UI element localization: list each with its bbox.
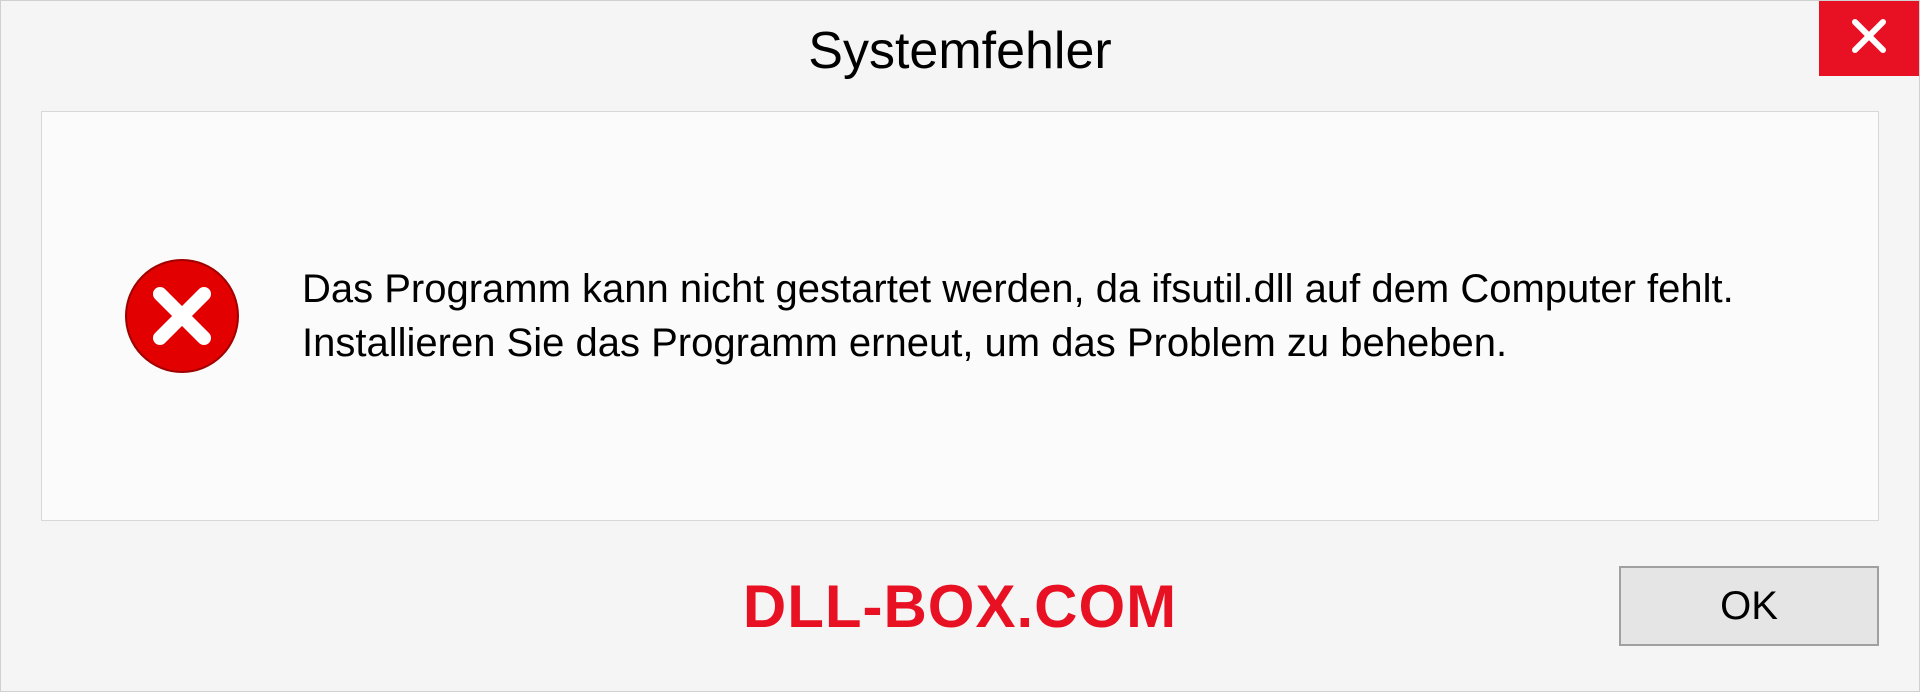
dialog-title: Systemfehler xyxy=(808,21,1111,81)
error-message: Das Programm kann nicht gestartet werden… xyxy=(302,262,1798,370)
content-panel: Das Programm kann nicht gestartet werden… xyxy=(41,111,1879,521)
error-icon xyxy=(122,256,242,376)
close-button[interactable] xyxy=(1819,1,1919,76)
ok-button-label: OK xyxy=(1720,584,1778,629)
titlebar: Systemfehler xyxy=(1,1,1919,101)
error-dialog: Systemfehler Das Programm kann nicht ges… xyxy=(0,0,1920,692)
ok-button[interactable]: OK xyxy=(1619,566,1879,646)
close-icon xyxy=(1849,16,1889,61)
dialog-footer: DLL-BOX.COM OK xyxy=(1,551,1919,691)
watermark-text: DLL-BOX.COM xyxy=(743,572,1177,641)
